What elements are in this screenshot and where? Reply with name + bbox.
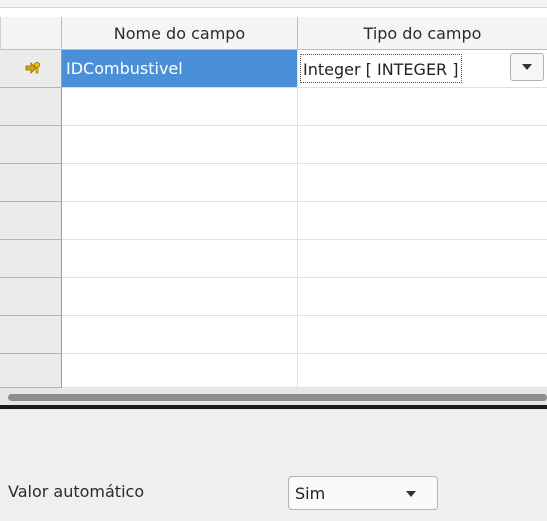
field-name-cell[interactable] — [62, 202, 298, 240]
column-header-field-type[interactable]: Tipo do campo — [298, 17, 547, 50]
grid-top-border — [0, 0, 547, 8]
chevron-down-icon — [406, 491, 416, 497]
field-type-cell[interactable] — [298, 126, 547, 164]
scrollbar-thumb[interactable] — [8, 394, 547, 401]
row-header[interactable] — [0, 278, 62, 316]
field-type-cell[interactable] — [298, 354, 547, 388]
field-type-value: Integer [ INTEGER ] — [300, 54, 462, 83]
field-type-cell[interactable] — [298, 278, 547, 316]
field-name-cell[interactable] — [62, 278, 298, 316]
column-header-field-name[interactable]: Nome do campo — [62, 17, 298, 50]
field-name-cell[interactable]: IDCombustivel — [62, 50, 298, 88]
field-name-cell[interactable] — [62, 316, 298, 354]
row-header[interactable] — [0, 88, 62, 126]
row-header[interactable] — [0, 316, 62, 354]
row-header[interactable] — [0, 240, 62, 278]
field-name-cell[interactable] — [62, 240, 298, 278]
field-type-dropdown-button[interactable] — [510, 53, 544, 81]
field-type-cell[interactable] — [298, 88, 547, 126]
primary-key-icon — [25, 62, 40, 74]
row-header[interactable] — [0, 202, 62, 240]
panel-splitter[interactable] — [0, 405, 547, 409]
row-header[interactable] — [0, 354, 62, 388]
row-header-corner[interactable] — [0, 17, 62, 50]
table-design-grid: Nome do campo Tipo do campo IDCombustive… — [0, 0, 547, 388]
row-header[interactable] — [0, 50, 62, 88]
auto-value-selected: Sim — [295, 484, 326, 503]
field-name-cell[interactable] — [62, 354, 298, 388]
field-type-cell[interactable] — [298, 164, 547, 202]
row-header[interactable] — [0, 126, 62, 164]
field-type-cell[interactable] — [298, 202, 547, 240]
field-type-cell[interactable] — [298, 240, 547, 278]
field-type-cell[interactable] — [298, 316, 547, 354]
auto-value-label: Valor automático — [8, 482, 145, 501]
field-type-combobox[interactable]: Integer [ INTEGER ] — [298, 50, 547, 88]
field-name-cell[interactable] — [62, 164, 298, 202]
field-name-cell[interactable] — [62, 88, 298, 126]
chevron-down-icon — [522, 64, 532, 70]
field-name-value: IDCombustivel — [66, 59, 183, 78]
auto-value-select[interactable]: Sim — [288, 476, 438, 510]
row-header[interactable] — [0, 164, 62, 202]
field-name-cell[interactable] — [62, 126, 298, 164]
